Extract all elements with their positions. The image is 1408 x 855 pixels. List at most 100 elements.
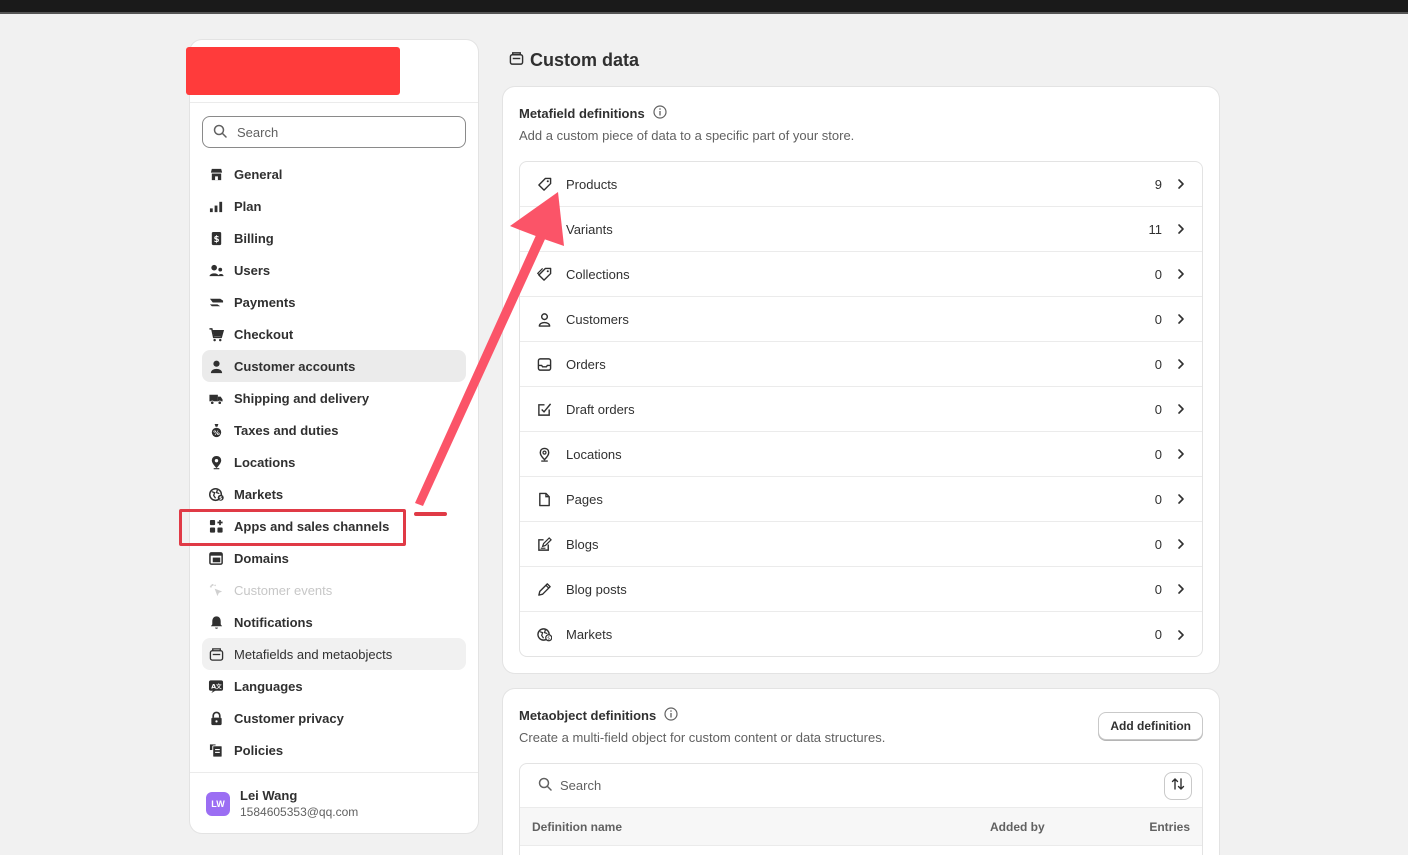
list-item-blogs[interactable]: Blogs 0 — [520, 522, 1202, 567]
list-item-customers[interactable]: Customers 0 — [520, 297, 1202, 342]
draft-order-icon — [536, 401, 552, 417]
info-icon[interactable] — [664, 707, 678, 724]
list-item-collections[interactable]: Collections 0 — [520, 252, 1202, 297]
tax-icon: % — [208, 422, 224, 438]
users-icon — [208, 262, 224, 278]
bell-icon — [208, 614, 224, 630]
blog-icon — [536, 536, 552, 552]
metafields-icon — [208, 646, 224, 662]
metafield-definitions-description: Add a custom piece of data to a specific… — [519, 128, 855, 143]
window-top-bar — [0, 0, 1408, 14]
sidebar-item-shipping[interactable]: Shipping and delivery — [202, 382, 466, 414]
sidebar-item-customer-privacy[interactable]: Customer privacy — [202, 702, 466, 734]
search-placeholder: Search — [560, 778, 602, 793]
annotation-dash — [414, 512, 447, 516]
list-item-draft-orders[interactable]: Draft orders 0 — [520, 387, 1202, 432]
list-item-markets[interactable]: $ Markets 0 — [520, 612, 1202, 656]
sidebar-search-input[interactable]: Search — [202, 116, 466, 148]
info-icon[interactable] — [653, 105, 667, 122]
sort-button[interactable] — [1164, 771, 1192, 800]
sidebar-item-languages[interactable]: A文 Languages — [202, 670, 466, 702]
metaobject-search-input[interactable]: Search — [520, 764, 1202, 808]
list-item-blog-posts[interactable]: Blog posts 0 — [520, 567, 1202, 612]
search-icon — [213, 124, 227, 141]
sidebar-item-plan[interactable]: Plan — [202, 190, 466, 222]
column-added-by[interactable]: Added by — [990, 820, 1140, 834]
chevron-right-icon — [1176, 448, 1188, 460]
sidebar-item-customer-accounts[interactable]: Customer accounts — [202, 350, 466, 382]
page-icon — [536, 491, 552, 507]
user-account[interactable]: LW Lei Wang 1584605353@qq.com — [206, 788, 358, 819]
person-icon — [208, 358, 224, 374]
chevron-right-icon — [1176, 358, 1188, 370]
tag-icon — [536, 176, 552, 192]
metaobject-definitions-heading: Metaobject definitions — [519, 707, 678, 724]
metaobject-definitions-card: Metaobject definitions Create a multi-fi… — [503, 689, 1219, 855]
settings-sidebar: Search General Plan $ Billing Users Paym… — [186, 40, 478, 833]
avatar: LW — [206, 791, 230, 816]
sidebar-item-taxes[interactable]: % Taxes and duties — [202, 414, 466, 446]
chevron-right-icon — [1176, 178, 1188, 190]
svg-text:$: $ — [219, 495, 222, 501]
svg-text:%: % — [213, 429, 220, 437]
policies-icon — [208, 742, 224, 758]
collection-icon — [536, 266, 552, 282]
user-name: Lei Wang — [240, 788, 298, 803]
plan-icon — [208, 198, 224, 214]
variant-icon — [536, 221, 552, 237]
sidebar-item-customer-events[interactable]: Customer events — [202, 574, 466, 606]
list-item-locations[interactable]: Locations 0 — [520, 432, 1202, 477]
metafield-definitions-card: Metafield definitions Add a custom piece… — [503, 87, 1219, 673]
chevron-right-icon — [1176, 223, 1188, 235]
domains-icon — [208, 550, 224, 566]
sidebar-item-payments[interactable]: Payments — [202, 286, 466, 318]
sidebar-divider — [190, 772, 478, 773]
svg-text:$: $ — [213, 233, 219, 243]
chevron-right-icon — [1176, 538, 1188, 550]
sidebar-item-policies[interactable]: Policies — [202, 734, 466, 766]
chevron-right-icon — [1176, 313, 1188, 325]
column-definition-name[interactable]: Definition name — [532, 820, 990, 834]
list-item-orders[interactable]: Orders 0 — [520, 342, 1202, 387]
lock-icon — [208, 710, 224, 726]
sidebar-divider — [190, 102, 478, 103]
search-icon — [538, 777, 552, 794]
sidebar-item-markets[interactable]: $ Markets — [202, 478, 466, 510]
pencil-icon — [536, 581, 552, 597]
svg-text:$: $ — [547, 635, 550, 641]
globe-icon: $ — [208, 486, 224, 502]
sort-icon — [1171, 777, 1185, 794]
search-placeholder: Search — [237, 124, 279, 140]
sidebar-item-notifications[interactable]: Notifications — [202, 606, 466, 638]
chevron-right-icon — [1176, 583, 1188, 595]
chevron-right-icon — [1176, 629, 1188, 641]
inbox-icon — [536, 356, 552, 372]
sidebar-item-general[interactable]: General — [202, 158, 466, 190]
globe-icon: $ — [536, 627, 552, 643]
metafields-icon — [509, 50, 524, 71]
truck-icon — [208, 390, 224, 406]
cursor-icon — [208, 582, 224, 598]
language-icon: A文 — [208, 678, 224, 694]
list-item-pages[interactable]: Pages 0 — [520, 477, 1202, 522]
billing-icon: $ — [208, 230, 224, 246]
cart-icon — [208, 326, 224, 342]
settings-nav: General Plan $ Billing Users Payments Ch… — [202, 158, 466, 766]
person-icon — [536, 311, 552, 327]
sidebar-item-metafields-and-metaobjects[interactable]: Metafields and metaobjects — [202, 638, 466, 670]
sidebar-item-domains[interactable]: Domains — [202, 542, 466, 574]
metafield-definitions-heading: Metafield definitions — [519, 105, 667, 122]
add-definition-button[interactable]: Add definition — [1098, 712, 1203, 740]
sidebar-item-checkout[interactable]: Checkout — [202, 318, 466, 350]
page-title: Custom data — [509, 50, 639, 71]
chevron-right-icon — [1176, 403, 1188, 415]
sidebar-item-billing[interactable]: $ Billing — [202, 222, 466, 254]
sidebar-item-users[interactable]: Users — [202, 254, 466, 286]
store-icon — [208, 166, 224, 182]
list-item-products[interactable]: Products 9 — [520, 162, 1202, 207]
user-email: 1584605353@qq.com — [240, 805, 359, 819]
list-item-variants[interactable]: Variants 11 — [520, 207, 1202, 252]
sidebar-item-locations[interactable]: Locations — [202, 446, 466, 478]
column-entries[interactable]: Entries — [1140, 820, 1190, 834]
metafield-resource-list: Products 9 Variants 11 Collections 0 Cus… — [519, 161, 1203, 657]
